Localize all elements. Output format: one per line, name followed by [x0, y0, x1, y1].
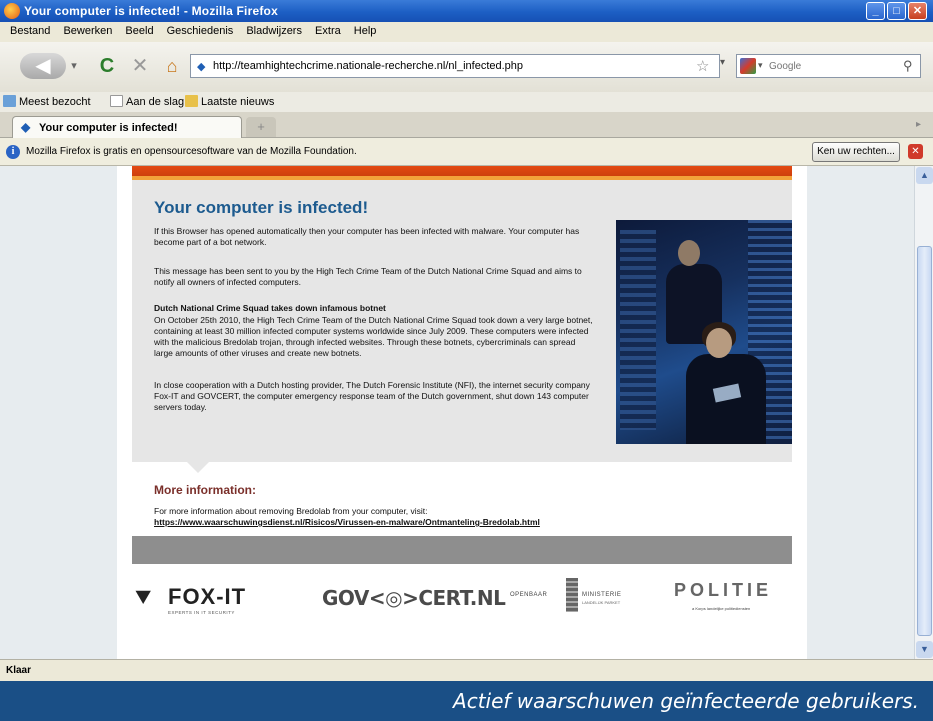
investigator-head [706, 328, 732, 358]
footer-bar [132, 536, 792, 564]
bookmark-meest-bezocht[interactable]: Meest bezocht [3, 95, 91, 108]
investigators-photo [616, 220, 792, 444]
header-stripe [132, 166, 792, 180]
more-info-text: For more information about removing Bred… [154, 506, 428, 516]
folder-icon [3, 95, 16, 107]
web-page: Your computer is infected! If this Brows… [117, 166, 807, 659]
caption-text: Actief waarschuwen geïnfecteerde gebruik… [453, 689, 919, 713]
history-dropdown-icon[interactable]: ▾ [68, 53, 80, 79]
foxit-logo: ⯆ FOX-IT EXPERTS IN IT SECURITY [132, 580, 312, 620]
server-rack [620, 230, 656, 430]
politie-logo: POLITIE a Korps landelijke politiedienst… [674, 576, 794, 626]
menu-bar: Bestand Bewerken Beeld Geschiedenis Blad… [0, 22, 933, 42]
sender-paragraph: This message has been sent to you by the… [154, 266, 582, 287]
partner-logos: ⯆ FOX-IT EXPERTS IN IT SECURITY GOV<◎>CE… [132, 566, 792, 636]
notification-message: Mozilla Firefox is gratis en opensources… [26, 146, 357, 157]
page-viewport: Your computer is infected! If this Brows… [0, 166, 914, 659]
bookmarks-toolbar: Meest bezocht Aan de slag Laatste nieuws [0, 92, 933, 112]
rss-icon [185, 95, 198, 107]
om-right-text: MINISTERIE [582, 592, 622, 598]
reload-button[interactable]: C [95, 53, 119, 79]
new-tab-button[interactable]: + [246, 117, 276, 137]
scroll-thumb[interactable] [917, 246, 932, 636]
crest-icon [566, 578, 578, 612]
close-window-button[interactable]: ✕ [908, 2, 927, 20]
navigation-toolbar: ◀ ▾ C ✕ ⌂ ◆ http://teamhightechcrime.nat… [0, 42, 933, 92]
know-your-rights-button[interactable]: Ken uw rechten... [812, 142, 900, 162]
om-sub-text: LANDELIJK PARKET [582, 600, 621, 605]
om-left-text: OPENBAAR [510, 592, 548, 598]
status-bar: Klaar [0, 659, 933, 681]
menu-bladwijzers[interactable]: Bladwijzers [246, 22, 302, 37]
panel-pointer [187, 462, 209, 473]
fox-icon: ⯆ [132, 582, 155, 615]
page-heading: Your computer is infected! [154, 198, 369, 217]
window-titlebar: Your computer is infected! - Mozilla Fir… [0, 0, 933, 22]
menu-bestand[interactable]: Bestand [10, 22, 50, 37]
foxit-name: FOX-IT [168, 584, 247, 609]
address-bar[interactable]: ◆ http://teamhightechcrime.nationale-rec… [190, 54, 720, 78]
intro-paragraph: If this Browser has opened automatically… [154, 226, 580, 247]
search-go-icon[interactable]: ⚲ [903, 58, 913, 74]
botnet-subheading: Dutch National Crime Squad takes down in… [154, 303, 386, 313]
site-favicon-icon: ◆ [197, 61, 206, 73]
menu-bewerken[interactable]: Bewerken [63, 22, 112, 37]
url-text[interactable]: http://teamhightechcrime.nationale-reche… [213, 60, 523, 72]
investigator-head [678, 240, 700, 266]
window-title: Your computer is infected! - Mozilla Fir… [24, 4, 278, 18]
notification-close-icon[interactable]: ✕ [908, 144, 923, 159]
firefox-icon [4, 3, 20, 19]
notification-bar: i Mozilla Firefox is gratis en opensourc… [0, 138, 933, 166]
home-button[interactable]: ⌂ [160, 53, 184, 79]
politie-name: POLITIE [674, 580, 773, 600]
search-input[interactable] [769, 58, 889, 74]
bookmark-aan-de-slag[interactable]: Aan de slag [110, 95, 184, 108]
browser-screenshot: Your computer is infected! - Mozilla Fir… [0, 0, 933, 721]
bookmark-laatste-nieuws[interactable]: Laatste nieuws [185, 95, 274, 108]
stop-button[interactable]: ✕ [128, 53, 152, 79]
politie-tagline: a Korps landelijke politiediensten [692, 606, 751, 611]
url-dropdown-icon[interactable]: ▾ [720, 57, 725, 68]
page-icon [110, 95, 123, 107]
vertical-scrollbar[interactable]: ▲ ▼ [914, 166, 933, 659]
info-icon: i [6, 145, 20, 159]
tab-scroll-icon[interactable]: ▸ [916, 119, 921, 130]
minimize-button[interactable]: _ [866, 2, 885, 20]
scroll-down-icon[interactable]: ▼ [916, 641, 933, 658]
menu-extra[interactable]: Extra [315, 22, 341, 37]
image-caption: Actief waarschuwen geïnfecteerde gebruik… [0, 681, 933, 721]
engine-dropdown-icon[interactable]: ▾ [758, 60, 763, 71]
openbaar-ministerie-logo: OPENBAAR MINISTERIE LANDELIJK PARKET [510, 576, 650, 616]
search-box[interactable]: ▾ ⚲ [736, 54, 921, 78]
maximize-button[interactable]: □ [887, 2, 906, 20]
search-engine-icon[interactable] [740, 58, 756, 74]
bredolab-link[interactable]: https://www.waarschuwingsdienst.nl/Risic… [154, 517, 540, 527]
cooperation-paragraph: In close cooperation with a Dutch hostin… [154, 380, 590, 412]
botnet-paragraph: On October 25th 2010, the High Tech Crim… [154, 315, 593, 358]
more-info-heading: More information: [154, 483, 256, 497]
tab-active[interactable]: ◆ Your computer is infected! [12, 116, 242, 138]
bookmark-label: Aan de slag [126, 96, 185, 108]
bookmark-label: Laatste nieuws [201, 96, 275, 108]
status-text: Klaar [6, 665, 32, 676]
back-button[interactable]: ◀ [20, 53, 66, 79]
tab-favicon-icon: ◆ [21, 120, 31, 134]
menu-geschiedenis[interactable]: Geschiedenis [167, 22, 234, 37]
bookmark-label: Meest bezocht [19, 96, 91, 108]
tab-bar: ◆ Your computer is infected! + ▸ [0, 112, 933, 138]
govcert-logo: GOV<◎>CERT.NL [322, 586, 506, 610]
menu-help[interactable]: Help [354, 22, 377, 37]
infected-notice-panel: Your computer is infected! If this Brows… [132, 180, 792, 462]
menu-beeld[interactable]: Beeld [125, 22, 153, 37]
bookmark-star-icon[interactable]: ☆ [696, 57, 709, 75]
tab-label: Your computer is infected! [39, 122, 178, 134]
scroll-up-icon[interactable]: ▲ [916, 167, 933, 184]
foxit-tagline: EXPERTS IN IT SECURITY [168, 610, 235, 615]
